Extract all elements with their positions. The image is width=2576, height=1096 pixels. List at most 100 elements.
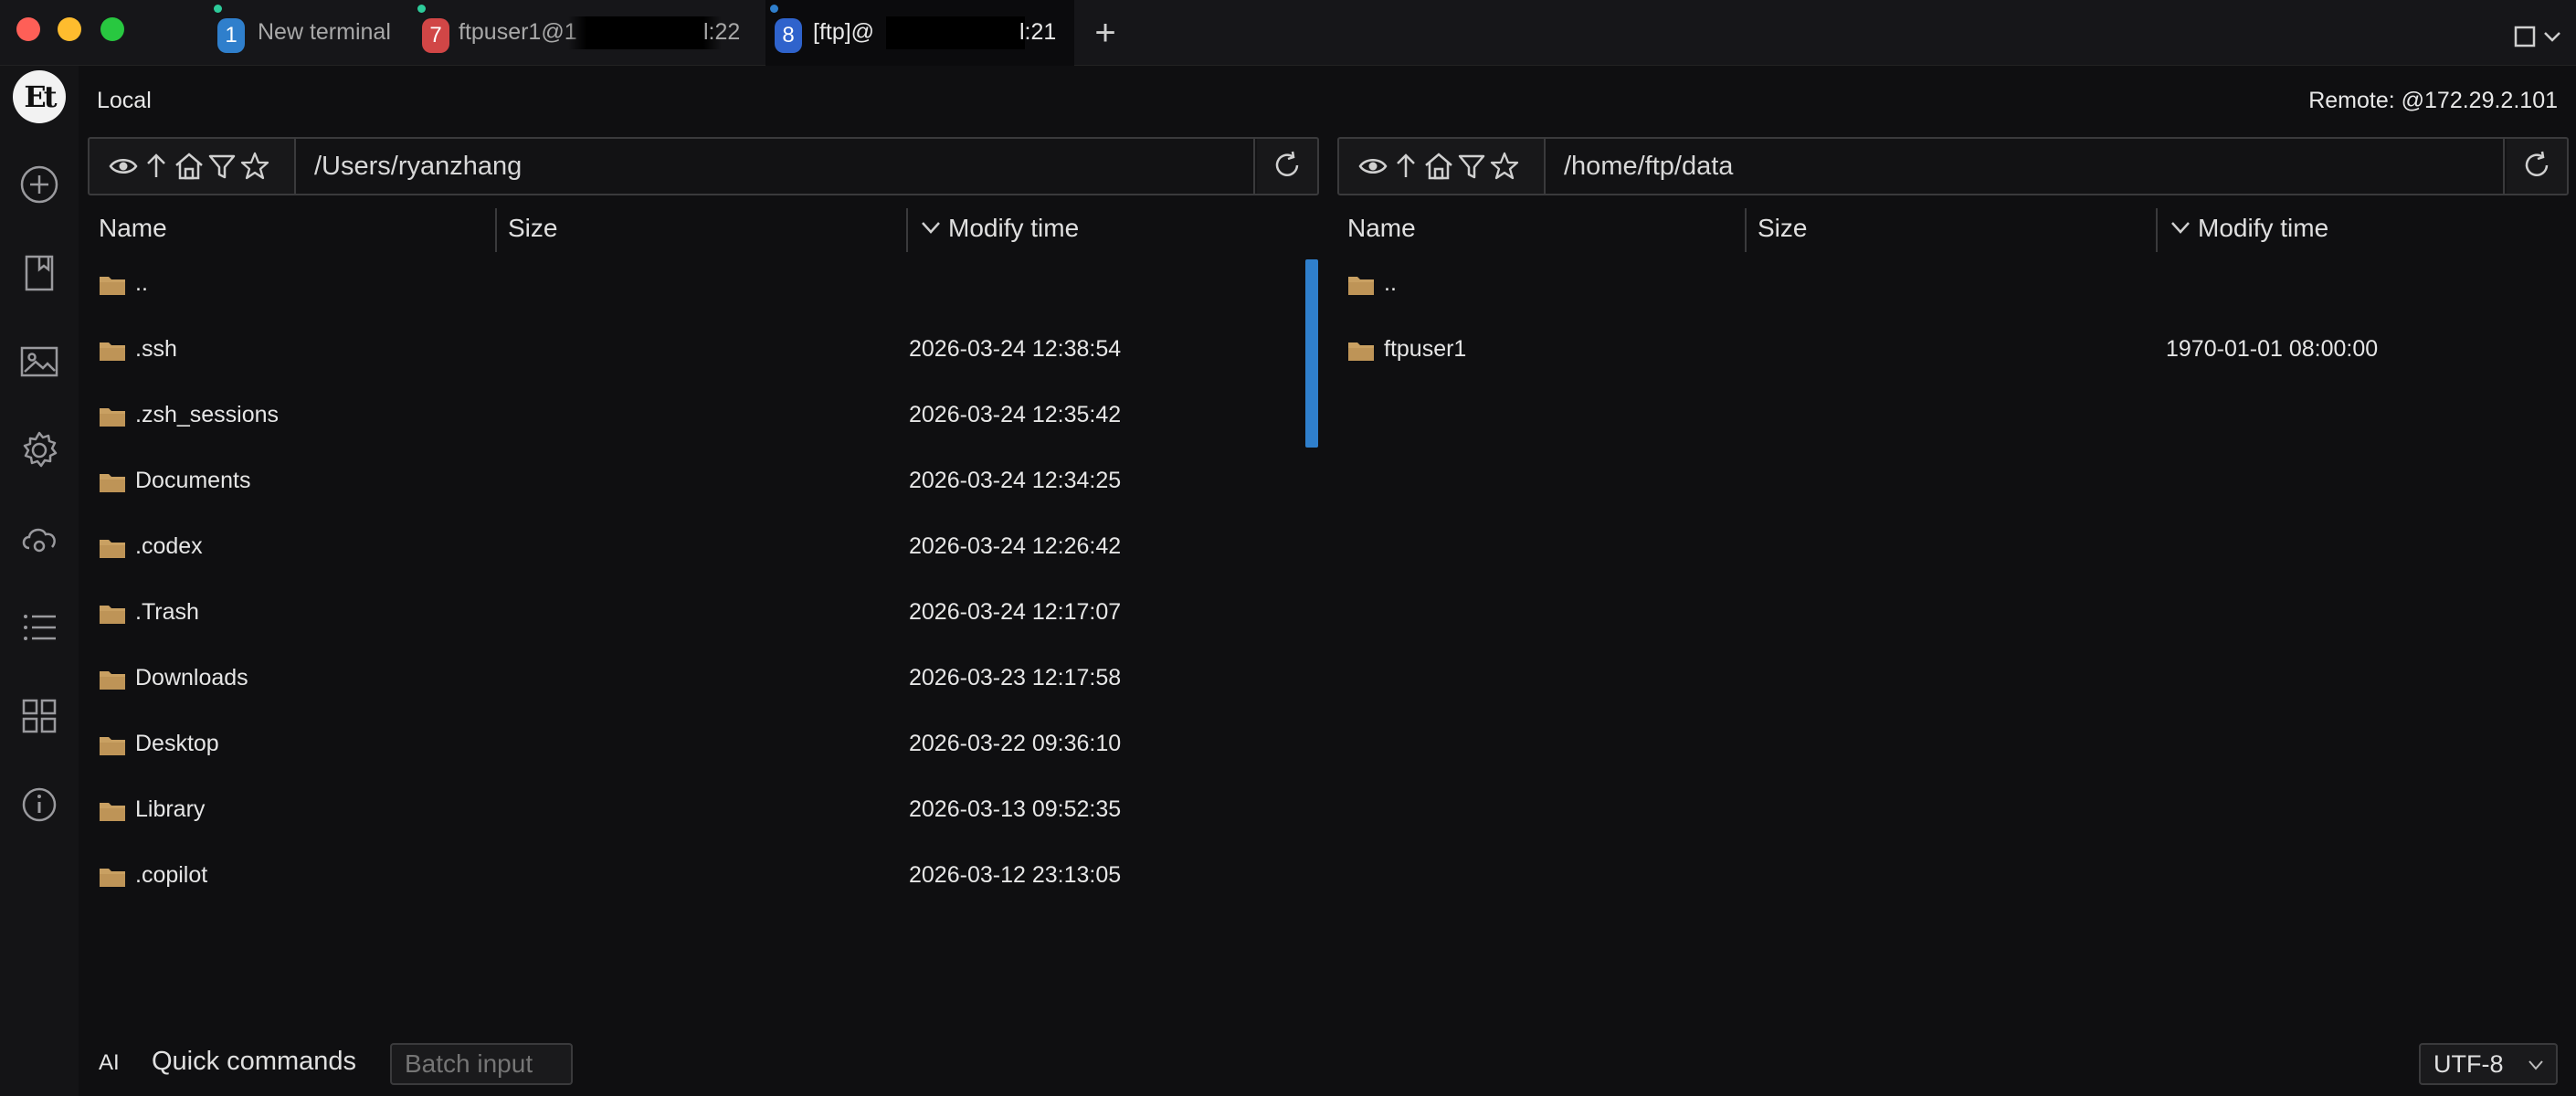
- file-mtime: 2026-03-12 23:13:05: [909, 862, 1122, 888]
- file-mtime: 2026-03-23 12:17:58: [909, 665, 1122, 690]
- arrow-up-icon[interactable]: [1390, 151, 1421, 182]
- tab-status-dot: [770, 5, 778, 13]
- cloud-icon[interactable]: [17, 517, 61, 561]
- local-col-mtime[interactable]: Modify time: [919, 210, 1079, 247]
- redacted-host: [568, 16, 722, 49]
- local-col-size[interactable]: Size: [508, 210, 557, 247]
- file-row[interactable]: Library 2026-03-13 09:52:35: [99, 791, 1323, 831]
- folder-icon: [100, 342, 125, 361]
- image-icon[interactable]: [17, 340, 61, 384]
- window-layout-button[interactable]: [2514, 22, 2569, 51]
- remote-path-input[interactable]: [1546, 139, 2507, 194]
- gear-icon[interactable]: [17, 428, 61, 472]
- tab-title-prefix: ftpuser1@1: [459, 19, 577, 45]
- file-row[interactable]: ..: [1347, 265, 2571, 305]
- remote-col-name[interactable]: Name: [1347, 210, 1416, 247]
- home-icon[interactable]: [174, 151, 205, 182]
- folder-icon: [100, 737, 125, 755]
- file-name: ..: [1384, 270, 1397, 296]
- filter-icon[interactable]: [206, 151, 238, 182]
- remote-toolbar-icons: [1339, 139, 1546, 194]
- folder-icon: [100, 869, 125, 887]
- file-name: .zsh_sessions: [135, 402, 280, 427]
- file-mtime: 2026-03-13 09:52:35: [909, 796, 1122, 822]
- folder-icon: [100, 540, 125, 558]
- local-refresh-button[interactable]: [1253, 139, 1317, 194]
- bookmark-icon[interactable]: [17, 251, 61, 295]
- folder-icon: [100, 606, 125, 624]
- remote-col-size[interactable]: Size: [1758, 210, 1807, 247]
- arrow-up-icon[interactable]: [141, 151, 172, 182]
- folder-icon: [100, 671, 125, 690]
- local-file-list: .copilot 2026-03-12 23:13:05 Library 2026-0…: [99, 265, 1323, 941]
- tab-ftp[interactable]: 8 [ftp]@ l:21: [765, 0, 1074, 66]
- file-name: Library: [135, 796, 206, 822]
- zoom-window-button[interactable]: [100, 17, 124, 41]
- local-toolbar: [88, 137, 1319, 195]
- column-resize-handle[interactable]: [495, 208, 497, 252]
- batch-input[interactable]: [390, 1043, 573, 1085]
- file-name: Desktop: [135, 731, 219, 756]
- file-row[interactable]: .codex 2026-03-24 12:26:42: [99, 528, 1323, 568]
- column-resize-handle[interactable]: [1745, 208, 1747, 252]
- folder-icon: [1348, 277, 1374, 295]
- tab-number-badge: 1: [217, 18, 245, 53]
- file-name: .Trash: [135, 599, 199, 625]
- tab-title-suffix: l:22: [703, 19, 741, 45]
- file-row[interactable]: ..: [99, 265, 1323, 305]
- home-icon[interactable]: [1423, 151, 1454, 182]
- close-window-button[interactable]: [16, 17, 40, 41]
- eye-icon[interactable]: [1357, 151, 1388, 182]
- tab-number-badge: 8: [775, 18, 802, 53]
- local-col-name[interactable]: Name: [99, 210, 167, 247]
- file-mtime: 2026-03-24 12:38:54: [909, 336, 1122, 362]
- title-bar: 1 New terminal 7 ftpuser1@1 l:22 8 [ftp]…: [0, 0, 2576, 66]
- folder-icon: [100, 803, 125, 821]
- remote-col-mtime[interactable]: Modify time: [2169, 210, 2328, 247]
- local-col-mtime-label: Modify time: [948, 214, 1080, 242]
- file-row[interactable]: .zsh_sessions 2026-03-24 12:35:42: [99, 396, 1323, 437]
- file-mtime: 2026-03-22 09:36:10: [909, 731, 1122, 756]
- local-scrollbar[interactable]: [1305, 259, 1318, 448]
- star-icon[interactable]: [1489, 151, 1520, 182]
- tab-ftpuser1[interactable]: 7 ftpuser1@1 l:22: [413, 0, 760, 66]
- star-icon[interactable]: [239, 151, 270, 182]
- app-logo[interactable]: Et: [13, 70, 66, 123]
- file-row[interactable]: Downloads 2026-03-23 12:17:58: [99, 659, 1323, 700]
- file-mtime: 2026-03-24 12:26:42: [909, 533, 1122, 559]
- file-name: Downloads: [135, 665, 248, 690]
- list-fade: [99, 921, 1323, 941]
- sort-desc-icon: [922, 221, 940, 234]
- eye-icon[interactable]: [108, 151, 139, 182]
- filter-icon[interactable]: [1456, 151, 1487, 182]
- encoding-select[interactable]: UTF-8: [2419, 1043, 2558, 1085]
- window-layout-icon: [2514, 26, 2560, 47]
- column-resize-handle[interactable]: [2156, 208, 2158, 252]
- tab-new-terminal[interactable]: 1 New terminal: [206, 0, 398, 66]
- add-icon[interactable]: [17, 163, 61, 206]
- file-name: Documents: [135, 468, 251, 493]
- new-tab-button[interactable]: +: [1087, 15, 1124, 51]
- ai-button[interactable]: AI: [99, 1050, 120, 1076]
- local-path-input[interactable]: [296, 139, 1257, 194]
- info-icon[interactable]: [17, 783, 61, 827]
- tab-number-badge: 7: [422, 18, 449, 53]
- grid-icon[interactable]: [17, 694, 61, 738]
- quick-commands-button[interactable]: Quick commands: [152, 1047, 356, 1077]
- remote-file-list: ftpuser1 1970-01-01 08:00:00..: [1347, 265, 2571, 941]
- column-resize-handle[interactable]: [906, 208, 908, 252]
- remote-toolbar: [1337, 137, 2569, 195]
- sort-desc-icon: [2171, 221, 2190, 234]
- file-name: .codex: [135, 533, 203, 559]
- folder-icon: [100, 277, 125, 295]
- file-row[interactable]: .ssh 2026-03-24 12:38:54: [99, 331, 1323, 371]
- file-row[interactable]: ftpuser1 1970-01-01 08:00:00: [1347, 331, 2571, 371]
- list-icon[interactable]: [17, 606, 61, 649]
- minimize-window-button[interactable]: [58, 17, 81, 41]
- file-row[interactable]: Documents 2026-03-24 12:34:25: [99, 462, 1323, 502]
- file-row[interactable]: Desktop 2026-03-22 09:36:10: [99, 725, 1323, 765]
- file-row[interactable]: .copilot 2026-03-12 23:13:05: [99, 857, 1323, 897]
- remote-refresh-button[interactable]: [2503, 139, 2567, 194]
- tab-status-dot: [417, 5, 426, 13]
- file-row[interactable]: .Trash 2026-03-24 12:17:07: [99, 594, 1323, 634]
